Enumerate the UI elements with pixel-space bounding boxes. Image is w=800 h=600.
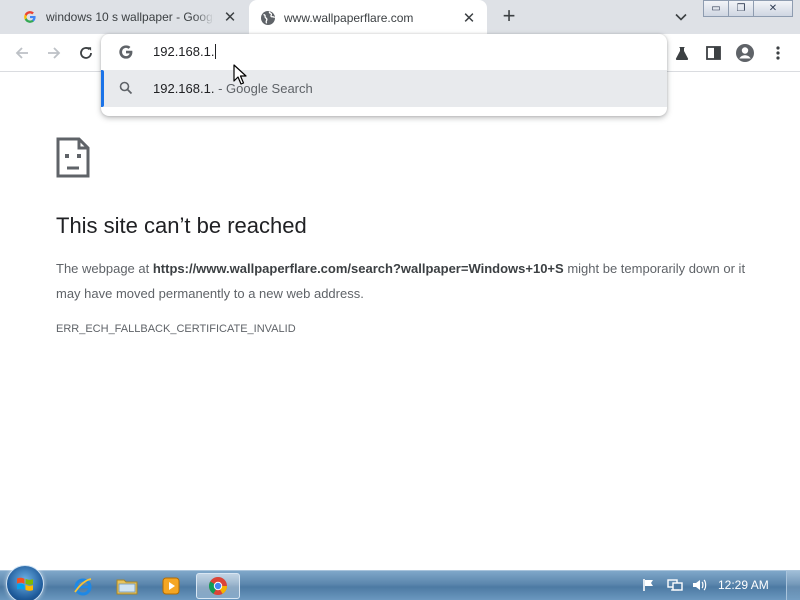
action-center-flag-icon[interactable] bbox=[640, 576, 658, 594]
search-icon bbox=[119, 81, 133, 95]
tab-close-icon[interactable]: ✕ bbox=[220, 7, 240, 27]
file-explorer-icon[interactable] bbox=[108, 573, 146, 599]
text-caret bbox=[215, 44, 217, 59]
window-controls: ▭ ❐ ✕ bbox=[703, 0, 795, 17]
minimize-button[interactable]: ▭ bbox=[703, 0, 729, 17]
volume-icon[interactable] bbox=[691, 576, 709, 594]
network-icon[interactable] bbox=[666, 576, 684, 594]
forward-button[interactable] bbox=[42, 42, 66, 64]
windows-logo-icon bbox=[17, 577, 33, 591]
back-button[interactable] bbox=[10, 42, 34, 64]
internet-explorer-icon[interactable] bbox=[64, 573, 102, 599]
sad-page-icon bbox=[56, 137, 90, 178]
start-button[interactable] bbox=[6, 565, 44, 600]
mouse-cursor-icon bbox=[233, 64, 247, 85]
chrome-icon[interactable] bbox=[196, 573, 240, 599]
reload-button[interactable] bbox=[74, 42, 98, 64]
suggestion-query: 192.168.1. bbox=[153, 81, 215, 96]
address-bar[interactable]: 192.168.1. bbox=[101, 34, 667, 70]
error-code: ERR_ECH_FALLBACK_CERTIFICATE_INVALID bbox=[56, 323, 296, 335]
tab-title: windows 10 s wallpaper - Google bbox=[46, 10, 214, 24]
tab-strip: windows 10 s wallpaper - Google ✕ www.wa… bbox=[0, 0, 800, 36]
menu-kebab-icon[interactable] bbox=[768, 43, 788, 63]
side-panel-icon[interactable] bbox=[703, 43, 723, 63]
address-input[interactable]: 192.168.1. bbox=[153, 44, 217, 59]
tab-google-search[interactable]: windows 10 s wallpaper - Google ✕ bbox=[8, 0, 248, 34]
restore-button[interactable]: ❐ bbox=[728, 0, 754, 17]
show-desktop-button[interactable] bbox=[786, 571, 800, 600]
close-window-button[interactable]: ✕ bbox=[753, 0, 793, 17]
suggestion-highlight-bar bbox=[101, 70, 104, 107]
google-g-icon bbox=[119, 45, 133, 59]
tab-title: www.wallpaperflare.com bbox=[284, 11, 414, 25]
google-g-icon bbox=[22, 9, 38, 25]
error-url: https://www.wallpaperflare.com/search?wa… bbox=[152, 261, 564, 276]
profile-avatar-icon[interactable] bbox=[735, 43, 755, 63]
error-title: This site can’t be reached bbox=[56, 213, 307, 238]
address-input-value: 192.168.1. bbox=[153, 44, 215, 59]
taskbar: 12:29 AM bbox=[0, 565, 800, 600]
tab-wallpaperflare[interactable]: www.wallpaperflare.com ✕ bbox=[249, 0, 487, 36]
error-description: The webpage at https://www.wallpaperflar… bbox=[56, 256, 746, 306]
media-player-icon[interactable] bbox=[152, 573, 190, 599]
globe-icon bbox=[260, 10, 276, 26]
omnibox-dropdown: 192.168.1. 192.168.1. - Google Search bbox=[101, 34, 667, 116]
taskbar-clock[interactable]: 12:29 AM bbox=[718, 578, 769, 592]
omnibox-suggestion[interactable]: 192.168.1. - Google Search bbox=[101, 70, 667, 107]
tab-search-chevron-icon[interactable] bbox=[672, 8, 690, 26]
error-body-prefix: The webpage at bbox=[56, 261, 153, 276]
suggestion-separator: - bbox=[214, 81, 227, 96]
tab-close-icon[interactable]: ✕ bbox=[459, 8, 479, 28]
labs-flask-icon[interactable] bbox=[672, 43, 692, 63]
new-tab-button[interactable]: + bbox=[498, 5, 520, 28]
